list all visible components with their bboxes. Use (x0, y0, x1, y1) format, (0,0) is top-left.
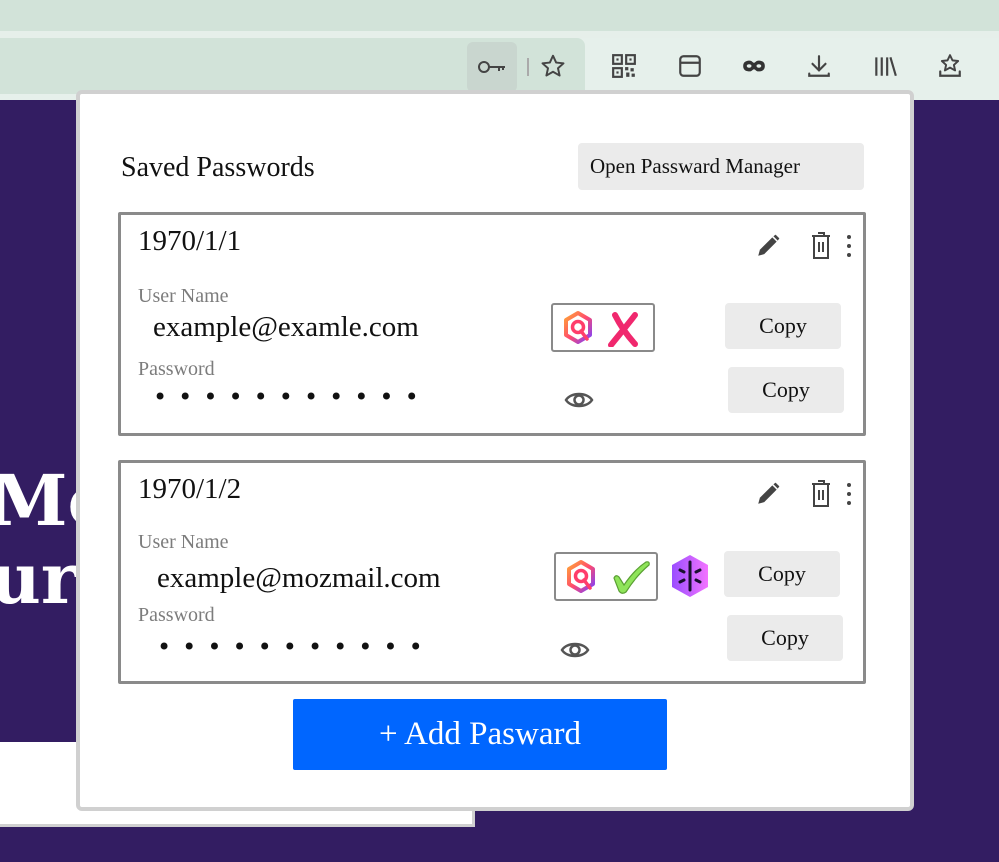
password-key-button[interactable] (467, 42, 517, 92)
username-label: User Name (138, 285, 229, 307)
add-password-button[interactable]: + Add Pasward (293, 699, 667, 770)
monitor-logo-icon (567, 560, 595, 593)
qr-code-icon (612, 54, 636, 78)
trash-icon (812, 232, 830, 259)
delete-button[interactable] (806, 477, 836, 511)
sidebar-button[interactable] (674, 50, 706, 82)
more-options-button[interactable] (843, 231, 855, 261)
relay-logo-icon (672, 555, 708, 597)
downloads-button[interactable] (803, 50, 835, 82)
breach-status-box (551, 303, 655, 352)
breach-status-box (554, 552, 658, 601)
tab-strip (0, 0, 999, 31)
safe-check-icon (613, 561, 650, 594)
more-options-button[interactable] (843, 479, 855, 509)
entry-date: 1970/1/1 (138, 225, 242, 257)
unsafe-x-icon (608, 312, 638, 347)
qr-code-button[interactable] (608, 50, 640, 82)
copy-username-button[interactable]: Copy (724, 551, 840, 597)
pencil-icon (758, 482, 780, 504)
extensions-button[interactable] (934, 50, 966, 82)
delete-button[interactable] (806, 229, 836, 263)
trash-icon (812, 480, 830, 507)
username-value: example@mozmail.com (157, 562, 441, 594)
monitor-logo-icon (564, 311, 592, 344)
library-button[interactable] (869, 50, 901, 82)
entry-date: 1970/1/2 (138, 473, 242, 505)
username-label: User Name (138, 531, 229, 553)
copy-password-button[interactable]: Copy (728, 367, 844, 413)
password-masked-value: ••••••••••• (153, 383, 430, 411)
open-password-manager-button[interactable]: Open Passward Manager (578, 143, 864, 190)
saved-passwords-popup: Saved Passwords Open Passward Manager 19… (76, 90, 914, 811)
eye-icon (564, 392, 594, 408)
pencil-icon (758, 234, 780, 256)
bookmark-star-icon (541, 54, 565, 77)
private-browsing-button[interactable] (738, 50, 770, 82)
library-icon (875, 57, 897, 77)
eye-icon (560, 642, 590, 658)
sidebar-icon (679, 55, 701, 77)
more-vertical-icon (847, 483, 851, 505)
password-entry-card: 1970/1/2 User Name example@mozmail.com P… (118, 460, 866, 684)
download-icon (808, 55, 830, 77)
copy-password-button[interactable]: Copy (727, 615, 843, 661)
copy-username-button[interactable]: Copy (725, 303, 841, 349)
tab-strip-divider (0, 31, 999, 38)
bookmark-star-button[interactable] (537, 50, 569, 82)
show-password-button[interactable] (561, 385, 597, 415)
popup-title: Saved Passwords (121, 152, 315, 183)
username-value: example@examle.com (153, 311, 419, 343)
more-vertical-icon (847, 235, 851, 257)
private-mask-icon (743, 60, 765, 72)
edit-button[interactable] (753, 479, 783, 509)
key-icon (478, 61, 505, 73)
password-label: Password (138, 358, 215, 380)
password-masked-value: ••••••••••• (157, 633, 434, 661)
password-entry-card: 1970/1/1 User Name example@examle.com Pa… (118, 212, 866, 436)
edit-button[interactable] (753, 231, 783, 261)
show-password-button[interactable] (557, 635, 593, 665)
relay-mask-badge (667, 552, 713, 600)
separator (527, 58, 529, 76)
extension-star-icon (939, 54, 961, 77)
password-label: Password (138, 604, 215, 626)
